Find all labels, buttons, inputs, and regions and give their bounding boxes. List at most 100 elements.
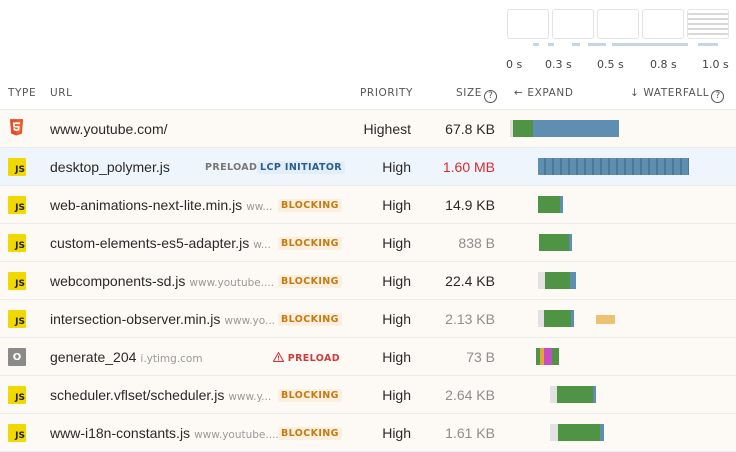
request-url[interactable]: custom-elements-es5-adapter.js w... xyxy=(50,235,271,251)
filmstrip-timeline-bar xyxy=(572,43,580,46)
table-row[interactable]: JS custom-elements-es5-adapter.js w... BL… xyxy=(0,224,736,262)
request-size: 1.61 KB xyxy=(445,425,495,441)
other-file-icon: O xyxy=(8,348,26,366)
column-header-url[interactable]: URL xyxy=(50,87,73,99)
help-icon[interactable]: ? xyxy=(711,90,725,103)
filmstrip-frame[interactable] xyxy=(507,9,549,39)
request-url-path: scheduler.vflset/scheduler.js xyxy=(50,387,225,403)
column-header-size-label: SIZE xyxy=(456,87,482,99)
filmstrip-frame[interactable] xyxy=(642,9,684,39)
waterfall-wait-segment xyxy=(550,424,558,441)
filmstrip-timeline-bar xyxy=(548,43,554,46)
filmstrip-frame[interactable] xyxy=(597,9,639,39)
js-file-icon: JS xyxy=(8,234,26,252)
waterfall-ssl-segment xyxy=(544,348,552,365)
table-row[interactable]: JS intersection-observer.min.js www.yo...… xyxy=(0,300,736,338)
table-row[interactable]: JS webcomponents-sd.js www.youtube.... BL… xyxy=(0,262,736,300)
request-domain: i.ytimg.com xyxy=(140,353,203,365)
request-url[interactable]: scheduler.vflset/scheduler.js www.y... xyxy=(50,387,271,403)
request-domain: www.yo... xyxy=(224,315,276,327)
blocking-badge: BLOCKING xyxy=(278,427,342,440)
table-row[interactable]: JS www-i18n-constants.js www.youtube.... … xyxy=(0,414,736,452)
request-domain: www.youtube.... xyxy=(194,429,279,441)
request-priority: High xyxy=(382,197,411,213)
waterfall-download-segment xyxy=(539,234,569,251)
filmstrip-timeline-bar xyxy=(588,43,606,46)
request-size: 22.4 KB xyxy=(445,273,495,289)
waterfall-download-segment xyxy=(544,310,571,327)
table-row[interactable]: JS desktop_polymer.js PRELOAD LCP INITIA… xyxy=(0,148,736,186)
request-size: 67.8 KB xyxy=(445,121,495,137)
blocking-badge: BLOCKING xyxy=(278,199,342,212)
request-priority: Highest xyxy=(363,121,411,137)
expand-button[interactable]: ← EXPAND xyxy=(514,87,574,99)
waterfall-execution-segment xyxy=(533,120,619,137)
html-file-icon xyxy=(9,119,24,136)
table-row[interactable]: www.youtube.com/ Highest 67.8 KB xyxy=(0,110,736,148)
filmstrip-timeline-bar xyxy=(533,43,539,46)
request-domain: www.youtube.... xyxy=(189,277,275,289)
blocking-badge: BLOCKING xyxy=(278,313,342,326)
request-priority: High xyxy=(382,425,411,441)
request-size: 838 B xyxy=(458,235,495,251)
waterfall-execution-segment xyxy=(538,158,689,175)
request-url-path: webcomponents-sd.js xyxy=(50,273,186,289)
arrow-down-icon: ↓ xyxy=(630,87,640,99)
waterfall-label: WATERFALL xyxy=(643,87,710,99)
request-url[interactable]: www-i18n-constants.js www.youtube.... xyxy=(50,425,279,441)
filmstrip-timeline-bar xyxy=(698,43,718,46)
js-file-icon: JS xyxy=(8,386,26,404)
request-priority: High xyxy=(382,159,411,175)
preload-warning-badge: PRELOAD xyxy=(270,351,343,365)
request-url[interactable]: webcomponents-sd.js www.youtube.... xyxy=(50,273,274,289)
blocking-badge: BLOCKING xyxy=(278,237,342,250)
preload-badge-label: PRELOAD xyxy=(287,353,341,364)
column-header-size[interactable]: SIZE? xyxy=(456,87,497,103)
request-priority: High xyxy=(382,273,411,289)
request-url-path: custom-elements-es5-adapter.js xyxy=(50,235,250,251)
request-priority: High xyxy=(382,349,411,365)
column-header-type[interactable]: TYPE xyxy=(8,87,36,99)
request-url-path: generate_204 xyxy=(50,349,137,365)
request-size: 14.9 KB xyxy=(445,197,495,213)
waterfall-execution-segment xyxy=(570,272,576,289)
help-icon[interactable]: ? xyxy=(484,90,497,103)
request-size: 2.64 KB xyxy=(445,387,495,403)
table-row[interactable]: JS web-animations-next-lite.min.js ww... … xyxy=(0,186,736,224)
expand-label: EXPAND xyxy=(527,87,574,99)
waterfall-script-segment xyxy=(596,315,615,324)
waterfall-execution-segment xyxy=(600,424,604,441)
column-header-waterfall[interactable]: ↓ WATERFALL? xyxy=(630,87,725,103)
waterfall-execution-segment xyxy=(593,386,596,403)
request-url[interactable]: intersection-observer.min.js www.yo... xyxy=(50,311,275,327)
table-row[interactable]: JS scheduler.vflset/scheduler.js www.y...… xyxy=(0,376,736,414)
table-row[interactable]: O generate_204 i.ytimg.com PRELOAD High 7… xyxy=(0,338,736,376)
waterfall-download-segment xyxy=(557,386,593,403)
column-header-priority[interactable]: PRIORITY xyxy=(360,87,413,99)
request-url[interactable]: www.youtube.com/ xyxy=(50,121,168,137)
waterfall-download-segment xyxy=(545,272,570,289)
filmstrip-timeline-bar xyxy=(612,43,688,46)
request-domain: ww... xyxy=(246,201,273,213)
request-url-path: web-animations-next-lite.min.js xyxy=(50,197,243,213)
request-url-path: intersection-observer.min.js xyxy=(50,311,221,327)
request-size: 1.60 MB xyxy=(442,159,495,175)
time-tick-label: 0 s xyxy=(506,58,523,71)
waterfall-execution-segment xyxy=(571,310,574,327)
waterfall-download-segment xyxy=(552,348,559,365)
filmstrip-frame[interactable] xyxy=(687,9,729,39)
waterfall-wait-segment xyxy=(538,272,545,289)
filmstrip-frame[interactable] xyxy=(552,9,594,39)
time-tick-label: 1.0 s xyxy=(702,58,729,71)
waterfall-download-segment xyxy=(538,196,560,213)
blocking-badge: BLOCKING xyxy=(278,275,342,288)
waterfall-download-segment xyxy=(558,424,600,441)
js-file-icon: JS xyxy=(8,272,26,290)
request-url[interactable]: web-animations-next-lite.min.js ww... xyxy=(50,197,272,213)
request-url[interactable]: desktop_polymer.js xyxy=(50,159,170,175)
js-file-icon: JS xyxy=(8,158,26,176)
request-priority: High xyxy=(382,235,411,251)
js-file-icon: JS xyxy=(8,424,26,442)
request-url[interactable]: generate_204 i.ytimg.com xyxy=(50,349,203,365)
request-priority: High xyxy=(382,387,411,403)
